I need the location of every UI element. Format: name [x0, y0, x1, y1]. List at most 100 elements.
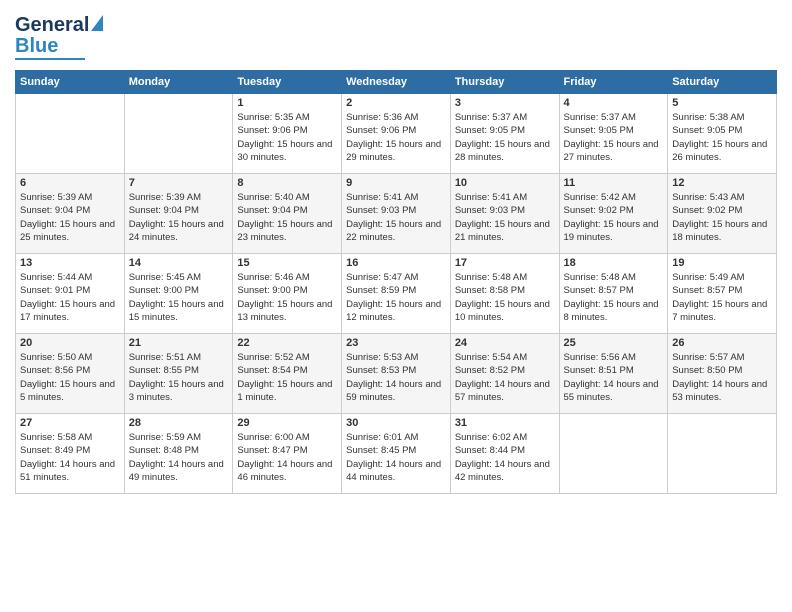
day-info: Sunrise: 5:44 AM Sunset: 9:01 PM Dayligh… — [20, 271, 120, 324]
day-info: Sunrise: 5:48 AM Sunset: 8:58 PM Dayligh… — [455, 271, 555, 324]
day-number: 23 — [346, 337, 446, 349]
day-info: Sunrise: 5:46 AM Sunset: 9:00 PM Dayligh… — [237, 271, 337, 324]
day-number: 2 — [346, 97, 446, 109]
day-number: 20 — [20, 337, 120, 349]
day-number: 13 — [20, 257, 120, 269]
day-info: Sunrise: 5:59 AM Sunset: 8:48 PM Dayligh… — [129, 431, 229, 484]
weekday-header-wednesday: Wednesday — [342, 71, 451, 94]
calendar-cell: 31 Sunrise: 6:02 AM Sunset: 8:44 PM Dayli… — [450, 414, 559, 494]
calendar-cell — [559, 414, 668, 494]
day-info: Sunrise: 5:49 AM Sunset: 8:57 PM Dayligh… — [672, 271, 772, 324]
day-info: Sunrise: 5:43 AM Sunset: 9:02 PM Dayligh… — [672, 191, 772, 244]
weekday-header-sunday: Sunday — [16, 71, 125, 94]
calendar-cell: 11Sunrise: 5:42 AM Sunset: 9:02 PM Dayli… — [559, 174, 668, 254]
day-info: Sunrise: 5:42 AM Sunset: 9:02 PM Dayligh… — [564, 191, 664, 244]
calendar-cell: 15 Sunrise: 5:46 AM Sunset: 9:00 PM Dayli… — [233, 254, 342, 334]
day-number: 19 — [672, 257, 772, 269]
calendar-cell: 23 Sunrise: 5:53 AM Sunset: 8:53 PM Dayli… — [342, 334, 451, 414]
calendar-cell: 12 Sunrise: 5:43 AM Sunset: 9:02 PM Dayli… — [668, 174, 777, 254]
day-info: Sunrise: 5:58 AM Sunset: 8:49 PM Dayligh… — [20, 431, 120, 484]
day-info: Sunrise: 5:40 AM Sunset: 9:04 PM Dayligh… — [237, 191, 337, 244]
calendar-cell: 19 Sunrise: 5:49 AM Sunset: 8:57 PM Dayli… — [668, 254, 777, 334]
calendar-cell: 6 Sunrise: 5:39 AM Sunset: 9:04 PM Daylig… — [16, 174, 125, 254]
calendar-table: SundayMondayTuesdayWednesdayThursdayFrid… — [15, 70, 777, 494]
calendar-cell: 27 Sunrise: 5:58 AM Sunset: 8:49 PM Dayli… — [16, 414, 125, 494]
day-info: Sunrise: 5:51 AM Sunset: 8:55 PM Dayligh… — [129, 351, 229, 404]
calendar-cell: 10 Sunrise: 5:41 AM Sunset: 9:03 PM Dayli… — [450, 174, 559, 254]
day-info: Sunrise: 5:41 AM Sunset: 9:03 PM Dayligh… — [346, 191, 446, 244]
day-info: Sunrise: 5:52 AM Sunset: 8:54 PM Dayligh… — [237, 351, 337, 404]
calendar-cell — [124, 94, 233, 174]
weekday-header-monday: Monday — [124, 71, 233, 94]
calendar-cell: 25 Sunrise: 5:56 AM Sunset: 8:51 PM Dayli… — [559, 334, 668, 414]
calendar-cell: 1 Sunrise: 5:35 AM Sunset: 9:06 PM Daylig… — [233, 94, 342, 174]
day-info: Sunrise: 6:01 AM Sunset: 8:45 PM Dayligh… — [346, 431, 446, 484]
day-number: 16 — [346, 257, 446, 269]
day-info: Sunrise: 5:38 AM Sunset: 9:05 PM Dayligh… — [672, 111, 772, 164]
day-number: 12 — [672, 177, 772, 189]
day-number: 28 — [129, 417, 229, 429]
calendar-cell: 24 Sunrise: 5:54 AM Sunset: 8:52 PM Dayli… — [450, 334, 559, 414]
weekday-header-tuesday: Tuesday — [233, 71, 342, 94]
day-number: 15 — [237, 257, 337, 269]
calendar-cell: 29Sunrise: 6:00 AM Sunset: 8:47 PM Dayli… — [233, 414, 342, 494]
day-info: Sunrise: 5:35 AM Sunset: 9:06 PM Dayligh… — [237, 111, 337, 164]
calendar-cell: 14 Sunrise: 5:45 AM Sunset: 9:00 PM Dayli… — [124, 254, 233, 334]
day-number: 25 — [564, 337, 664, 349]
calendar-cell: 3 Sunrise: 5:37 AM Sunset: 9:05 PM Daylig… — [450, 94, 559, 174]
day-info: Sunrise: 6:02 AM Sunset: 8:44 PM Dayligh… — [455, 431, 555, 484]
day-number: 14 — [129, 257, 229, 269]
day-info: Sunrise: 5:50 AM Sunset: 8:56 PM Dayligh… — [20, 351, 120, 404]
day-info: Sunrise: 5:54 AM Sunset: 8:52 PM Dayligh… — [455, 351, 555, 404]
day-number: 31 — [455, 417, 555, 429]
day-number: 30 — [346, 417, 446, 429]
day-info: Sunrise: 5:53 AM Sunset: 8:53 PM Dayligh… — [346, 351, 446, 404]
calendar-cell: 8Sunrise: 5:40 AM Sunset: 9:04 PM Daylig… — [233, 174, 342, 254]
day-number: 6 — [20, 177, 120, 189]
page-header: General Blue — [15, 15, 777, 60]
weekday-header-thursday: Thursday — [450, 71, 559, 94]
calendar-cell: 7 Sunrise: 5:39 AM Sunset: 9:04 PM Daylig… — [124, 174, 233, 254]
calendar-cell: 5Sunrise: 5:38 AM Sunset: 9:05 PM Daylig… — [668, 94, 777, 174]
day-info: Sunrise: 5:48 AM Sunset: 8:57 PM Dayligh… — [564, 271, 664, 324]
day-info: Sunrise: 5:56 AM Sunset: 8:51 PM Dayligh… — [564, 351, 664, 404]
day-info: Sunrise: 5:47 AM Sunset: 8:59 PM Dayligh… — [346, 271, 446, 324]
calendar-cell: 18Sunrise: 5:48 AM Sunset: 8:57 PM Dayli… — [559, 254, 668, 334]
day-info: Sunrise: 5:41 AM Sunset: 9:03 PM Dayligh… — [455, 191, 555, 244]
calendar-cell: 9 Sunrise: 5:41 AM Sunset: 9:03 PM Daylig… — [342, 174, 451, 254]
calendar-cell: 30 Sunrise: 6:01 AM Sunset: 8:45 PM Dayli… — [342, 414, 451, 494]
day-info: Sunrise: 5:45 AM Sunset: 9:00 PM Dayligh… — [129, 271, 229, 324]
calendar-cell: 4Sunrise: 5:37 AM Sunset: 9:05 PM Daylig… — [559, 94, 668, 174]
day-number: 24 — [455, 337, 555, 349]
calendar-cell — [668, 414, 777, 494]
day-info: Sunrise: 5:36 AM Sunset: 9:06 PM Dayligh… — [346, 111, 446, 164]
day-number: 17 — [455, 257, 555, 269]
day-number: 22 — [237, 337, 337, 349]
day-info: Sunrise: 5:37 AM Sunset: 9:05 PM Dayligh… — [455, 111, 555, 164]
day-number: 1 — [237, 97, 337, 109]
day-number: 3 — [455, 97, 555, 109]
calendar-cell: 17 Sunrise: 5:48 AM Sunset: 8:58 PM Dayli… — [450, 254, 559, 334]
day-info: Sunrise: 5:57 AM Sunset: 8:50 PM Dayligh… — [672, 351, 772, 404]
calendar-cell: 13 Sunrise: 5:44 AM Sunset: 9:01 PM Dayli… — [16, 254, 125, 334]
day-number: 21 — [129, 337, 229, 349]
day-number: 29 — [237, 417, 337, 429]
logo: General Blue — [15, 15, 103, 60]
weekday-header-saturday: Saturday — [668, 71, 777, 94]
calendar-cell: 28 Sunrise: 5:59 AM Sunset: 8:48 PM Dayli… — [124, 414, 233, 494]
day-number: 27 — [20, 417, 120, 429]
day-number: 10 — [455, 177, 555, 189]
day-number: 9 — [346, 177, 446, 189]
calendar-cell: 22 Sunrise: 5:52 AM Sunset: 8:54 PM Dayli… — [233, 334, 342, 414]
day-number: 26 — [672, 337, 772, 349]
weekday-header-friday: Friday — [559, 71, 668, 94]
day-number: 7 — [129, 177, 229, 189]
calendar-cell: 2 Sunrise: 5:36 AM Sunset: 9:06 PM Daylig… — [342, 94, 451, 174]
calendar-cell — [16, 94, 125, 174]
calendar-cell: 26 Sunrise: 5:57 AM Sunset: 8:50 PM Dayli… — [668, 334, 777, 414]
day-info: Sunrise: 5:39 AM Sunset: 9:04 PM Dayligh… — [20, 191, 120, 244]
calendar-cell: 16 Sunrise: 5:47 AM Sunset: 8:59 PM Dayli… — [342, 254, 451, 334]
day-info: Sunrise: 5:39 AM Sunset: 9:04 PM Dayligh… — [129, 191, 229, 244]
day-number: 4 — [564, 97, 664, 109]
calendar-cell: 20 Sunrise: 5:50 AM Sunset: 8:56 PM Dayli… — [16, 334, 125, 414]
